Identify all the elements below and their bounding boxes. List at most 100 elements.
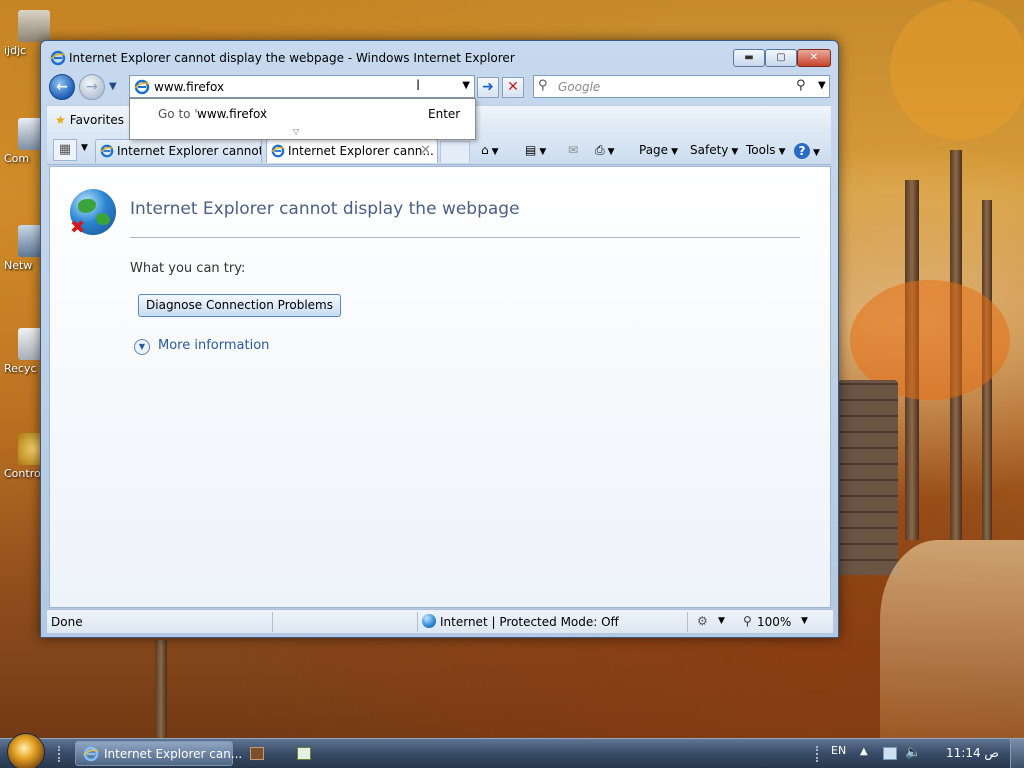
network-tray-icon[interactable] <box>883 747 897 760</box>
tab-active[interactable]: Internet Explorer cann... ✕ <box>266 139 438 163</box>
favorites-button[interactable]: ★ Favorites <box>55 113 124 127</box>
taskbar-ie-button[interactable]: Internet Explorer can... <box>75 741 242 766</box>
zoom-dropdown-icon[interactable]: ▼ <box>801 616 808 626</box>
ie-icon <box>83 746 99 762</box>
maximize-button[interactable]: ▢ <box>765 49 797 67</box>
autocomplete-quote: ' <box>263 107 267 121</box>
window-title: Internet Explorer cannot display the web… <box>69 51 515 65</box>
desktop-icon-recycle-bin[interactable]: Recyc <box>4 328 50 375</box>
ie-icon <box>50 50 66 66</box>
safety-dropdown-icon: ▼ <box>731 147 739 157</box>
desktop-icon-label: ijdjc <box>4 44 27 57</box>
desktop-icon-label: Contro <box>4 467 41 480</box>
feeds-dropdown-icon[interactable]: ▼ <box>539 147 546 157</box>
ie-icon <box>100 144 114 158</box>
minimize-button[interactable]: ▬ <box>733 49 765 67</box>
help-button[interactable]: ? ▼ <box>794 143 820 159</box>
taskbar-button-label: Internet Explorer can... <box>104 747 243 761</box>
stone-wall <box>838 380 898 575</box>
popup-dropdown-icon[interactable]: ▼ <box>718 616 725 626</box>
expand-chevron-icon[interactable]: ▼ <box>134 339 150 355</box>
zoom-icon[interactable]: ⚲ <box>743 614 752 628</box>
address-dropdown-icon[interactable]: ▼ <box>462 80 470 91</box>
desktop-icon-label: Netw <box>4 259 33 272</box>
status-bar: Done Internet | Protected Mode: Off ⚙ ▼ … <box>47 609 833 633</box>
favorites-label: Favorites <box>69 113 124 127</box>
star-icon: ★ <box>55 113 66 127</box>
divider <box>687 612 688 632</box>
show-hidden-icons-icon[interactable]: ▲ <box>860 746 868 757</box>
feeds-button[interactable]: ▤ ▼ <box>525 143 546 157</box>
popup-blocker-icon[interactable]: ⚙ <box>697 614 708 628</box>
ie-window: Internet Explorer cannot display the web… <box>40 40 839 638</box>
back-button[interactable]: ← <box>49 74 75 100</box>
recent-pages-dropdown-icon[interactable]: ▼ <box>109 81 117 92</box>
status-text: Done <box>51 615 83 629</box>
search-box[interactable]: ⚲ Google ⚲ ▼ <box>533 75 830 98</box>
show-desktop-button[interactable] <box>1010 739 1024 768</box>
search-icon[interactable]: ⚲ <box>796 78 806 93</box>
tab-label: Internet Explorer cann... <box>288 144 434 158</box>
divider <box>417 612 418 632</box>
divider <box>272 612 273 632</box>
autocomplete-enter-hint: Enter <box>428 107 461 121</box>
taskbar-app-icon[interactable] <box>250 747 264 760</box>
stop-button[interactable]: ✕ <box>502 77 524 98</box>
address-input[interactable]: www.firefox <box>154 80 224 94</box>
volume-icon[interactable]: 🔈 <box>905 745 921 760</box>
language-indicator[interactable]: EN <box>831 744 846 757</box>
page-dropdown-icon: ▼ <box>671 147 678 157</box>
new-tab-button[interactable] <box>440 141 470 163</box>
zoom-level[interactable]: 100% <box>757 615 791 629</box>
autocomplete-goto-label: Go to ' <box>158 107 198 121</box>
quick-tabs-button[interactable]: ▦ <box>53 139 77 161</box>
tab-inactive[interactable]: Internet Explorer cannot ... <box>95 139 262 163</box>
diagnose-connection-button[interactable]: Diagnose Connection Problems <box>138 294 341 317</box>
title-bar[interactable]: Internet Explorer cannot display the web… <box>41 41 838 73</box>
page-icon <box>134 79 150 95</box>
page-content: ✖ Internet Explorer cannot display the w… <box>49 166 831 608</box>
forward-button[interactable]: → <box>79 74 105 100</box>
page-menu-label: Page <box>639 143 669 157</box>
try-heading: What you can try: <box>130 261 246 276</box>
help-dropdown-icon: ▼ <box>813 148 820 158</box>
close-tab-icon[interactable]: ✕ <box>420 143 431 158</box>
go-button[interactable]: ➜ <box>477 77 499 98</box>
text-cursor-icon: I <box>416 78 421 94</box>
taskbar-grip[interactable] <box>58 746 64 762</box>
desktop-icon-computer[interactable]: Com <box>4 118 50 165</box>
desktop-icon-label: Recyc <box>4 362 37 375</box>
home-button[interactable]: ⌂ ▼ <box>481 143 499 157</box>
tab-list-dropdown-icon[interactable]: ▼ <box>81 143 88 153</box>
search-provider-icon: ⚲ <box>538 78 548 93</box>
search-input[interactable]: Google <box>558 80 600 94</box>
desktop-icon-user[interactable]: ijdjc <box>4 10 50 57</box>
more-information-link[interactable]: More information <box>158 338 269 353</box>
help-icon: ? <box>794 143 810 159</box>
desktop-icon-label: Com <box>4 152 30 165</box>
close-button[interactable]: ✕ <box>797 49 831 67</box>
search-options-dropdown-icon[interactable]: ▼ <box>818 80 826 91</box>
tray-grip[interactable] <box>816 746 822 762</box>
tools-menu[interactable]: Tools ▼ <box>746 143 785 157</box>
mail-icon[interactable]: ✉ <box>568 143 578 157</box>
desktop-icon-control-panel[interactable]: Contro <box>4 433 50 480</box>
print-button[interactable]: ⎙ ▼ <box>595 143 615 158</box>
print-dropdown-icon[interactable]: ▼ <box>608 147 615 157</box>
tab-label: Internet Explorer cannot ... <box>117 144 262 158</box>
autocomplete-url[interactable]: www.firefox <box>197 107 267 121</box>
folder-icon <box>18 10 50 42</box>
address-bar[interactable]: www.firefox I ▼ <box>129 75 475 98</box>
start-button[interactable] <box>7 733 45 768</box>
security-zone[interactable]: Internet | Protected Mode: Off <box>440 615 619 629</box>
desktop-icon-network[interactable]: Netw <box>4 225 50 272</box>
safety-menu-label: Safety <box>690 143 729 157</box>
system-clock[interactable]: 11:14 ص <box>946 746 999 760</box>
divider <box>130 237 800 238</box>
taskbar-media-icon[interactable] <box>297 747 311 760</box>
page-menu[interactable]: Page ▼ <box>639 143 678 157</box>
foliage <box>890 0 1024 140</box>
home-dropdown-icon[interactable]: ▼ <box>492 147 499 157</box>
safety-menu[interactable]: Safety ▼ <box>690 143 738 157</box>
expand-suggestions-icon[interactable]: ▽ <box>293 127 299 136</box>
